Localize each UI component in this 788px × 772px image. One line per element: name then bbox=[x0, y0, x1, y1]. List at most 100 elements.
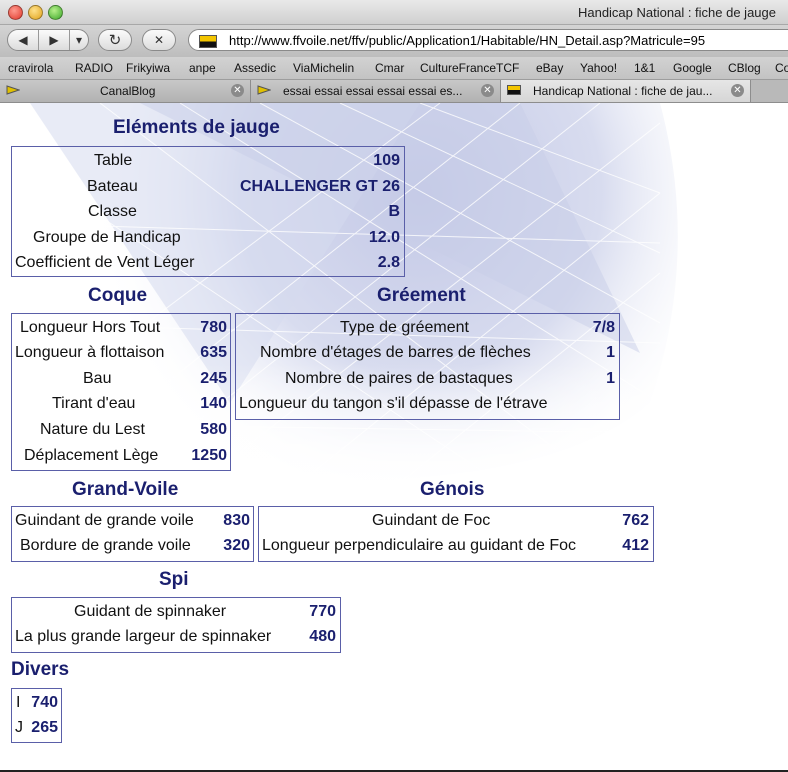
row-value: CHALLENGER GT 26 bbox=[239, 178, 400, 195]
close-window-button[interactable] bbox=[8, 5, 23, 20]
reload-button[interactable]: ↻ bbox=[98, 29, 132, 51]
zoom-window-button[interactable] bbox=[48, 5, 63, 20]
section-title-greement: Gréement bbox=[377, 285, 466, 306]
row-value: 320 bbox=[223, 537, 250, 554]
row-value: 1 bbox=[606, 344, 615, 361]
close-tab-icon[interactable]: ✕ bbox=[231, 84, 244, 97]
table-row: Nombre de paires de bastaques 1 bbox=[236, 368, 619, 393]
bookmarks-bar: cravirola RADIO Frikyiwa anpe Assedic Vi… bbox=[0, 57, 788, 80]
bookmark-item[interactable]: Cmar bbox=[375, 61, 404, 75]
table-row: I 740 bbox=[12, 692, 61, 717]
tab-label: CanalBlog bbox=[100, 84, 156, 98]
row-value: 635 bbox=[200, 344, 227, 361]
bookmark-item[interactable]: eBay bbox=[536, 61, 563, 75]
site-favicon-icon bbox=[199, 35, 217, 48]
row-value: 830 bbox=[223, 512, 250, 529]
bookmark-item[interactable]: anpe bbox=[189, 61, 216, 75]
spi-table: Guidant de spinnaker 770 La plus grande … bbox=[11, 597, 341, 653]
grandvoile-table: Guindant de grande voile 830 Bordure de … bbox=[11, 506, 254, 562]
bookmark-item[interactable]: CultureFranceTCF bbox=[420, 61, 519, 75]
browser-toolbar: ◀ ▶ ▾ ↻ ✕ http://www.ffvoile.net/ffv/pub… bbox=[0, 25, 788, 57]
bookmark-item[interactable]: CBlog bbox=[728, 61, 761, 75]
table-row: Coefficient de Vent Léger 2.8 bbox=[12, 252, 404, 277]
section-title-grandvoile: Grand-Voile bbox=[72, 479, 179, 500]
bookmark-item[interactable]: Yahoo! bbox=[580, 61, 617, 75]
row-label: Nature du Lest bbox=[40, 421, 145, 438]
table-row: Tirant d'eau 140 bbox=[12, 393, 230, 418]
section-title-spi: Spi bbox=[159, 569, 189, 590]
page-content: Eléments de jauge Table 109 Bateau CHALL… bbox=[0, 103, 788, 772]
table-row: Nature du Lest 580 bbox=[12, 419, 230, 444]
table-row: Guindant de Foc 762 bbox=[259, 510, 653, 535]
bookmark-item[interactable]: ViaMichelin bbox=[293, 61, 354, 75]
history-menu-icon[interactable]: ▾ bbox=[70, 33, 88, 47]
stop-icon: ✕ bbox=[153, 33, 165, 47]
close-tab-icon[interactable]: ✕ bbox=[481, 84, 494, 97]
row-label: Longueur du tangon s'il dépasse de l'étr… bbox=[239, 395, 548, 412]
page-icon bbox=[6, 85, 20, 95]
greement-table: Type de gréement 7/8 Nombre d'étages de … bbox=[235, 313, 620, 420]
tab-essai[interactable]: essai essai essai essai essai es... ✕ bbox=[251, 80, 501, 102]
bookmark-item[interactable]: 1&1 bbox=[634, 61, 655, 75]
row-label: J bbox=[15, 719, 23, 736]
row-value: 762 bbox=[622, 512, 649, 529]
tab-label: essai essai essai essai essai es... bbox=[283, 84, 463, 98]
row-label: Longueur Hors Tout bbox=[20, 319, 161, 336]
table-row: Guindant de grande voile 830 bbox=[12, 510, 253, 535]
bookmark-item[interactable]: Google bbox=[673, 61, 712, 75]
row-label: Longueur à flottaison bbox=[15, 344, 165, 361]
row-label: Bateau bbox=[87, 178, 138, 195]
row-label: Nombre de paires de bastaques bbox=[285, 370, 513, 387]
back-icon[interactable]: ◀ bbox=[8, 33, 38, 47]
row-value: 245 bbox=[200, 370, 227, 387]
section-title-elements: Eléments de jauge bbox=[113, 117, 280, 138]
table-row: Type de gréement 7/8 bbox=[236, 317, 619, 342]
stop-button[interactable]: ✕ bbox=[142, 29, 176, 51]
table-row: Longueur du tangon s'il dépasse de l'étr… bbox=[236, 393, 619, 418]
site-favicon-icon bbox=[507, 85, 521, 95]
table-row: Bau 245 bbox=[12, 368, 230, 393]
row-value: 2.8 bbox=[377, 254, 400, 271]
row-value: 1250 bbox=[191, 447, 227, 464]
bookmark-item[interactable]: cravirola bbox=[8, 61, 53, 75]
section-title-coque: Coque bbox=[88, 285, 148, 306]
table-row: Longueur Hors Tout 780 bbox=[12, 317, 230, 342]
page-icon bbox=[257, 85, 271, 95]
table-row: La plus grande largeur de spinnaker 480 bbox=[12, 626, 340, 651]
row-label: I bbox=[16, 694, 21, 711]
row-label: Table bbox=[94, 152, 133, 169]
table-row: Classe B bbox=[12, 201, 404, 226]
back-forward-group: ◀ ▶ ▾ bbox=[7, 29, 89, 51]
row-label: Classe bbox=[88, 203, 137, 220]
window-titlebar: Handicap National : fiche de jauge bbox=[0, 0, 788, 25]
forward-icon[interactable]: ▶ bbox=[39, 33, 69, 47]
row-value: 7/8 bbox=[592, 319, 615, 336]
row-value: 480 bbox=[309, 628, 336, 645]
table-row: Table 109 bbox=[12, 150, 404, 175]
minimize-window-button[interactable] bbox=[28, 5, 43, 20]
tab-label: Handicap National : fiche de jau... bbox=[533, 84, 713, 98]
row-value: 109 bbox=[373, 152, 400, 169]
row-value: 140 bbox=[200, 395, 227, 412]
bookmark-item[interactable]: Assedic bbox=[234, 61, 276, 75]
bookmark-item[interactable]: Co bbox=[775, 61, 788, 75]
elements-table: Table 109 Bateau CHALLENGER GT 26 Classe… bbox=[11, 146, 405, 277]
window-title: Handicap National : fiche de jauge bbox=[577, 5, 776, 20]
table-row: J 265 bbox=[12, 717, 61, 742]
bookmark-item[interactable]: Frikyiwa bbox=[126, 61, 170, 75]
tab-handicap-national[interactable]: Handicap National : fiche de jau... ✕ bbox=[501, 80, 751, 102]
row-value: 580 bbox=[200, 421, 227, 438]
table-row: Longueur perpendiculaire au guidant de F… bbox=[259, 535, 653, 560]
row-value: 740 bbox=[31, 694, 58, 711]
table-row: Bateau CHALLENGER GT 26 bbox=[12, 176, 404, 201]
row-value: B bbox=[388, 203, 400, 220]
row-label: Déplacement Lège bbox=[24, 447, 159, 464]
address-bar[interactable]: http://www.ffvoile.net/ffv/public/Applic… bbox=[188, 29, 788, 51]
row-label: Guidant de spinnaker bbox=[74, 603, 227, 620]
tab-bar: CanalBlog ✕ essai essai essai essai essa… bbox=[0, 80, 788, 103]
row-label: Tirant d'eau bbox=[52, 395, 136, 412]
tab-canalblog[interactable]: CanalBlog ✕ bbox=[0, 80, 251, 102]
bookmark-item[interactable]: RADIO bbox=[75, 61, 113, 75]
close-tab-icon[interactable]: ✕ bbox=[731, 84, 744, 97]
coque-table: Longueur Hors Tout 780 Longueur à flotta… bbox=[11, 313, 231, 471]
